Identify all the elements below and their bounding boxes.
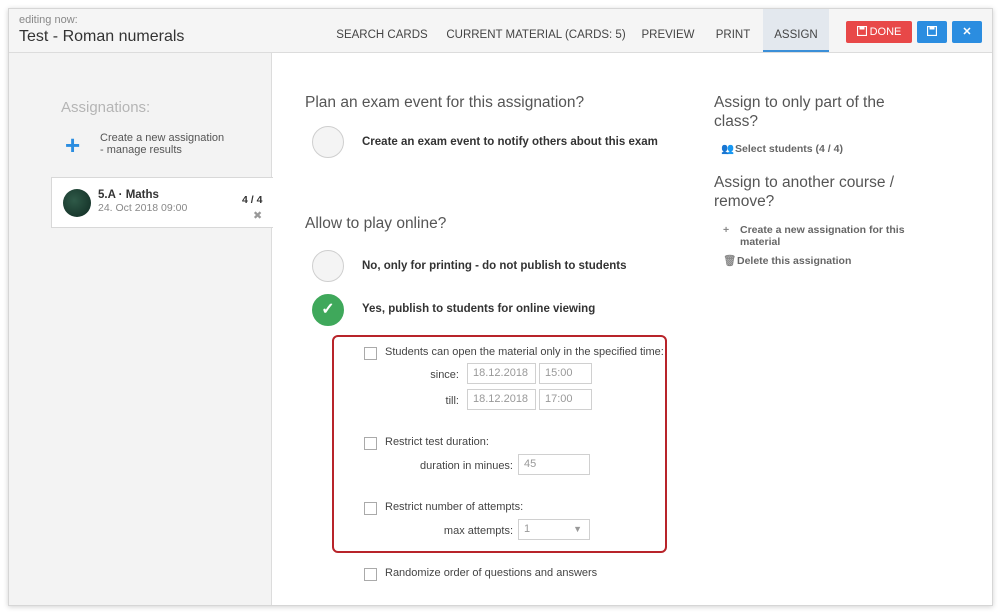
exam-section-title: Plan an exam event for this assignation?	[305, 94, 585, 111]
time-restriction-label: Students can open the material only in t…	[385, 346, 664, 358]
duration-restriction-checkbox[interactable]	[364, 437, 377, 450]
tab-preview[interactable]: PREVIEW	[637, 9, 699, 52]
since-date-input[interactable]: 18.12.2018	[467, 363, 536, 384]
create-for-material-link[interactable]: + Create a new assignation for this mate…	[723, 224, 913, 248]
print-only-radio[interactable]	[312, 250, 344, 282]
create-assignation-label: Create a new assignation	[100, 132, 225, 144]
tab-print[interactable]: PRINT	[709, 9, 757, 52]
assignation-count: 4 / 4	[242, 194, 263, 206]
floppy-icon	[926, 25, 938, 37]
users-icon: 👥	[721, 143, 735, 155]
delete-assignation-link[interactable]: 🗑Delete this assignation	[723, 255, 851, 267]
select-students-link[interactable]: 👥Select students (4 / 4)	[721, 143, 843, 155]
assignation-title: 5.A · Maths	[98, 189, 159, 201]
sidebar-heading: Assignations:	[61, 99, 151, 116]
max-attempts-label: max attempts:	[443, 525, 513, 537]
header-bar: editing now: Test - Roman numerals SEARC…	[9, 9, 992, 53]
select-students-label: Select students (4 / 4)	[735, 143, 843, 155]
save-icon	[856, 25, 867, 37]
attempts-restriction-checkbox[interactable]	[364, 502, 377, 515]
check-icon: ✓	[321, 301, 335, 318]
attempts-restriction-label: Restrict number of attempts:	[385, 501, 524, 513]
publish-online-radio[interactable]: ✓	[312, 294, 344, 326]
part-class-title: Assign to only part of the class?	[714, 94, 885, 130]
assignation-card[interactable]: 5.A · Maths 24. Oct 2018 09:00 4 / 4 ✖	[51, 177, 273, 228]
duration-restriction-label: Restrict test duration:	[385, 436, 489, 448]
duration-input[interactable]: 45	[518, 454, 590, 475]
another-course-title: Assign to another course / remove?	[714, 174, 895, 210]
save-button[interactable]	[917, 21, 947, 43]
tab-assign[interactable]: ASSIGN	[763, 9, 829, 52]
randomize-checkbox[interactable]	[364, 568, 377, 581]
avatar	[63, 189, 91, 217]
print-only-label: No, only for printing - do not publish t…	[362, 260, 627, 272]
tab-current-material[interactable]: CURRENT MATERIAL (CARDS: 5)	[445, 9, 627, 52]
manage-results-label: - manage results	[100, 144, 182, 156]
assignation-date: 24. Oct 2018 09:00	[98, 202, 188, 214]
since-time-input[interactable]: 15:00	[539, 363, 592, 384]
max-attempts-select[interactable]: 1 ▼	[518, 519, 590, 540]
exam-event-label: Create an exam event to notify others ab…	[362, 136, 658, 148]
since-label: since:	[430, 369, 459, 381]
remove-assignation-icon[interactable]: ✖	[253, 209, 262, 222]
close-icon: ✕	[962, 26, 972, 38]
plus-small-icon: +	[723, 224, 730, 236]
sidebar: Assignations: + Create a new assignation…	[9, 53, 273, 605]
time-restriction-checkbox[interactable]	[364, 347, 377, 360]
duration-label: duration in minues:	[420, 460, 513, 472]
till-time-input[interactable]: 17:00	[539, 389, 592, 410]
create-for-material-label: Create a new assignation for this materi…	[740, 224, 905, 248]
app-window: editing now: Test - Roman numerals SEARC…	[8, 8, 993, 606]
done-button[interactable]: DONE	[846, 21, 912, 43]
tab-search-cards[interactable]: SEARCH CARDS	[335, 9, 429, 52]
done-button-label: DONE	[869, 26, 902, 38]
max-attempts-value: 1	[524, 523, 531, 535]
caret-down-icon: ▼	[573, 524, 582, 534]
trash-icon: 🗑	[723, 255, 737, 267]
online-section-title: Allow to play online?	[305, 215, 447, 232]
till-date-input[interactable]: 18.12.2018	[467, 389, 536, 410]
randomize-label: Randomize order of questions and answers	[385, 567, 598, 579]
create-assignation-link[interactable]: + Create a new assignation - manage resu…	[65, 132, 255, 162]
document-title: Test - Roman numerals	[19, 28, 185, 45]
exam-event-radio[interactable]	[312, 126, 344, 158]
close-button[interactable]: ✕	[952, 21, 982, 43]
publish-online-label: Yes, publish to students for online view…	[362, 303, 596, 315]
editing-label: editing now:	[19, 14, 78, 26]
plus-icon: +	[65, 130, 81, 160]
till-label: till:	[445, 395, 459, 407]
delete-assignation-label: Delete this assignation	[737, 255, 852, 267]
